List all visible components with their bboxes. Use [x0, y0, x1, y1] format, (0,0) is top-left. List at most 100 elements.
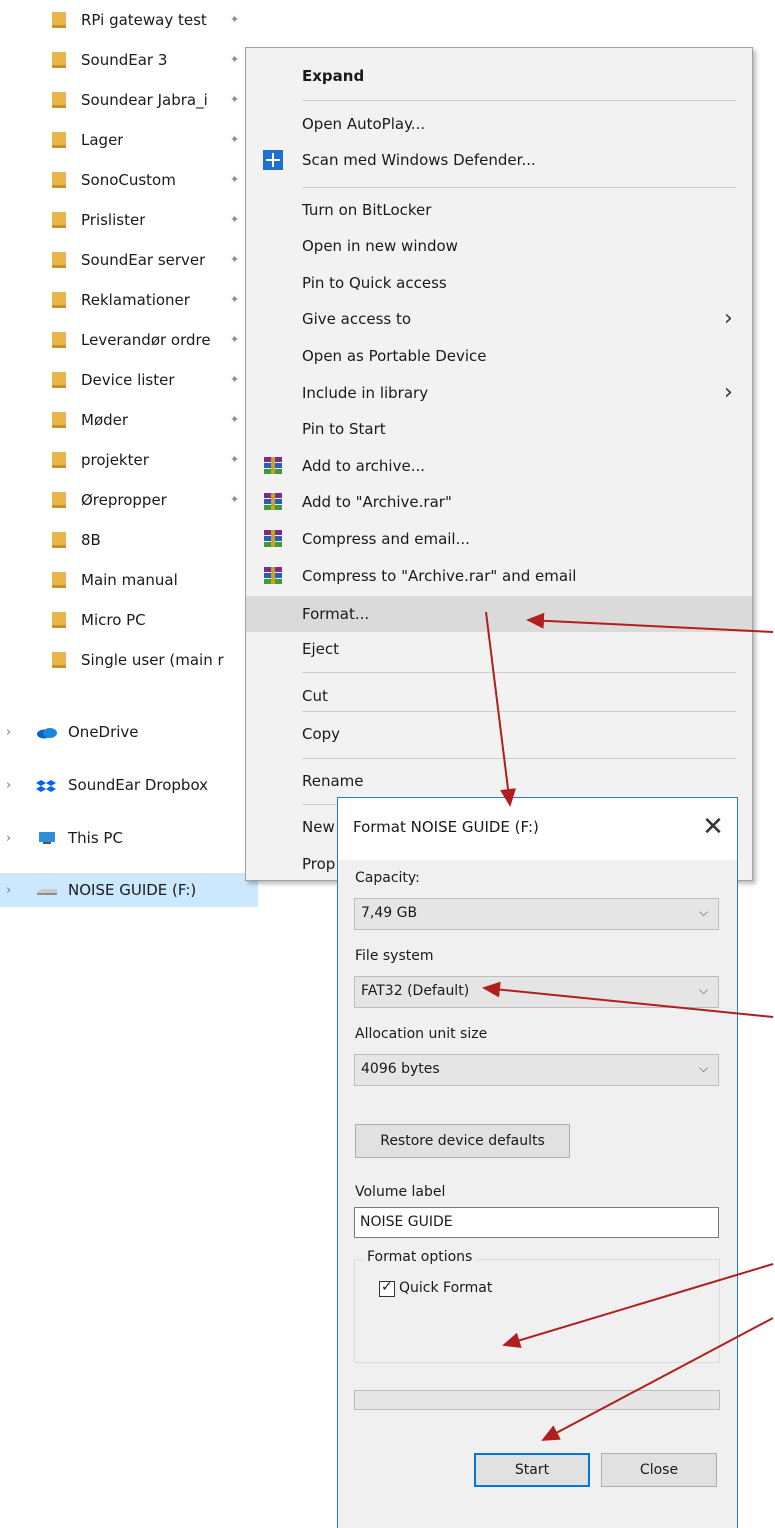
chevron-right-icon[interactable]: › [6, 725, 11, 740]
menu-item[interactable]: Format... [246, 596, 752, 632]
folder-icon [52, 212, 66, 228]
folder-icon [52, 452, 66, 468]
pin-icon: ✦ [230, 53, 240, 66]
menu-item[interactable]: Add to "Archive.rar" [246, 484, 752, 520]
nav-folder-item[interactable]: SonoCustom ✦ [0, 163, 258, 197]
menu-item[interactable]: Open in new window [246, 228, 752, 264]
volume-label-input[interactable]: NOISE GUIDE [354, 1207, 719, 1238]
nav-folder-label: Micro PC [81, 611, 146, 629]
nav-folder-label: Møder [81, 411, 129, 429]
menu-separator [302, 187, 736, 188]
menu-item[interactable]: Pin to Quick access [246, 265, 752, 301]
nav-folder-item[interactable]: Prislister ✦ [0, 203, 258, 237]
file-system-value: FAT32 (Default) [361, 983, 470, 999]
menu-item[interactable]: Scan med Windows Defender... [246, 142, 752, 178]
folder-icon [52, 172, 66, 188]
format-options-legend: Format options [363, 1249, 477, 1265]
chevron-right-icon[interactable]: › [6, 831, 11, 846]
nav-folder-label: SoundEar server [81, 251, 206, 269]
allocation-unit-label: Allocation unit size [355, 1026, 488, 1042]
nav-root-item[interactable]: › This PC [0, 821, 258, 855]
menu-separator [302, 672, 736, 673]
menu-item[interactable]: Turn on BitLocker [246, 192, 752, 228]
menu-item[interactable]: Add to archive... [246, 448, 752, 484]
menu-item-label: Prop [302, 855, 336, 873]
nav-root-item[interactable]: › OneDrive [0, 715, 258, 749]
allocation-unit-select[interactable]: 4096 bytes ⌵ [354, 1054, 719, 1086]
nav-root-label: This PC [68, 829, 123, 847]
nav-folder-item[interactable]: Ørepropper ✦ [0, 483, 258, 517]
menu-item-label: Open AutoPlay... [302, 115, 426, 133]
nav-folder-item[interactable]: RPi gateway test ✦ [0, 3, 258, 37]
nav-folder-item[interactable]: Micro PC [0, 603, 258, 637]
onedrive-icon [36, 725, 58, 739]
menu-item[interactable]: Compress and email... [246, 521, 752, 557]
menu-item[interactable]: Include in library › [246, 375, 752, 411]
capacity-value: 7,49 GB [361, 905, 418, 921]
close-icon[interactable]: ✕ [698, 812, 728, 842]
close-button[interactable]: Close [601, 1453, 717, 1487]
nav-folder-item[interactable]: Main manual [0, 563, 258, 597]
nav-folder-item[interactable]: SoundEar server ✦ [0, 243, 258, 277]
menu-item[interactable]: Expand [246, 58, 752, 94]
nav-folder-item[interactable]: Device lister ✦ [0, 363, 258, 397]
menu-item-label: Rename [302, 772, 364, 790]
folder-icon [52, 572, 66, 588]
folder-icon [52, 372, 66, 388]
nav-folder-label: SonoCustom [81, 171, 176, 189]
pin-icon: ✦ [230, 93, 240, 106]
nav-folder-item[interactable]: Reklamationer ✦ [0, 283, 258, 317]
restore-defaults-button[interactable]: Restore device defaults [355, 1124, 570, 1158]
winrar-icon [262, 491, 284, 513]
windows-defender-icon [262, 149, 284, 171]
nav-root-item[interactable]: › SoundEar Dropbox [0, 768, 258, 802]
menu-item-label: Compress to "Archive.rar" and email [302, 567, 577, 585]
nav-folder-item[interactable]: Soundear Jabra_i ✦ [0, 83, 258, 117]
nav-folder-item[interactable]: Single user (main r [0, 643, 258, 677]
menu-item[interactable]: Open as Portable Device [246, 338, 752, 374]
menu-item[interactable]: Copy [246, 716, 752, 752]
menu-item[interactable]: Cut [246, 678, 752, 714]
menu-item[interactable]: Give access to › [246, 301, 752, 337]
dialog-title-bar: Format NOISE GUIDE (F:) ✕ [338, 798, 737, 860]
dialog-title: Format NOISE GUIDE (F:) [353, 818, 539, 836]
start-button[interactable]: Start [474, 1453, 590, 1487]
nav-folder-item[interactable]: Lager ✦ [0, 123, 258, 157]
pin-icon: ✦ [230, 333, 240, 346]
nav-folder-item[interactable]: Leverandør ordre ✦ [0, 323, 258, 357]
nav-folder-item[interactable]: projekter ✦ [0, 443, 258, 477]
nav-folder-item[interactable]: 8B [0, 523, 258, 557]
nav-folder-item[interactable]: Møder ✦ [0, 403, 258, 437]
nav-folder-item[interactable]: SoundEar 3 ✦ [0, 43, 258, 77]
menu-item[interactable]: Rename [246, 763, 752, 799]
menu-item-label: Pin to Quick access [302, 274, 447, 292]
nav-root-label: OneDrive [68, 723, 139, 741]
folder-icon [52, 132, 66, 148]
pin-icon: ✦ [230, 413, 240, 426]
format-progress-bar [354, 1390, 720, 1410]
file-system-select[interactable]: FAT32 (Default) ⌵ [354, 976, 719, 1008]
winrar-icon [262, 455, 284, 477]
volume-label-label: Volume label [355, 1184, 446, 1200]
menu-item-label: Scan med Windows Defender... [302, 151, 536, 169]
menu-item-label: Compress and email... [302, 530, 470, 548]
menu-item[interactable]: Pin to Start [246, 411, 752, 447]
quick-format-label[interactable]: Quick Format [399, 1280, 492, 1296]
menu-item-label: Add to archive... [302, 457, 425, 475]
nav-folder-label: Leverandør ordre [81, 331, 211, 349]
folder-icon [52, 12, 66, 28]
capacity-select[interactable]: 7,49 GB ⌵ [354, 898, 719, 930]
nav-root-item[interactable]: › NOISE GUIDE (F:) [0, 873, 258, 907]
quick-format-checkbox[interactable]: ✓ [379, 1279, 395, 1297]
menu-item-label: Eject [302, 640, 340, 658]
winrar-icon [262, 565, 284, 587]
menu-item[interactable]: Eject [246, 631, 752, 667]
menu-item[interactable]: Compress to "Archive.rar" and email [246, 558, 752, 594]
folder-icon [52, 412, 66, 428]
chevron-right-icon[interactable]: › [6, 883, 11, 898]
menu-item[interactable]: Open AutoPlay... [246, 106, 752, 142]
chevron-right-icon[interactable]: › [6, 778, 11, 793]
pin-icon: ✦ [230, 293, 240, 306]
pin-icon: ✦ [230, 13, 240, 26]
folder-icon [52, 92, 66, 108]
